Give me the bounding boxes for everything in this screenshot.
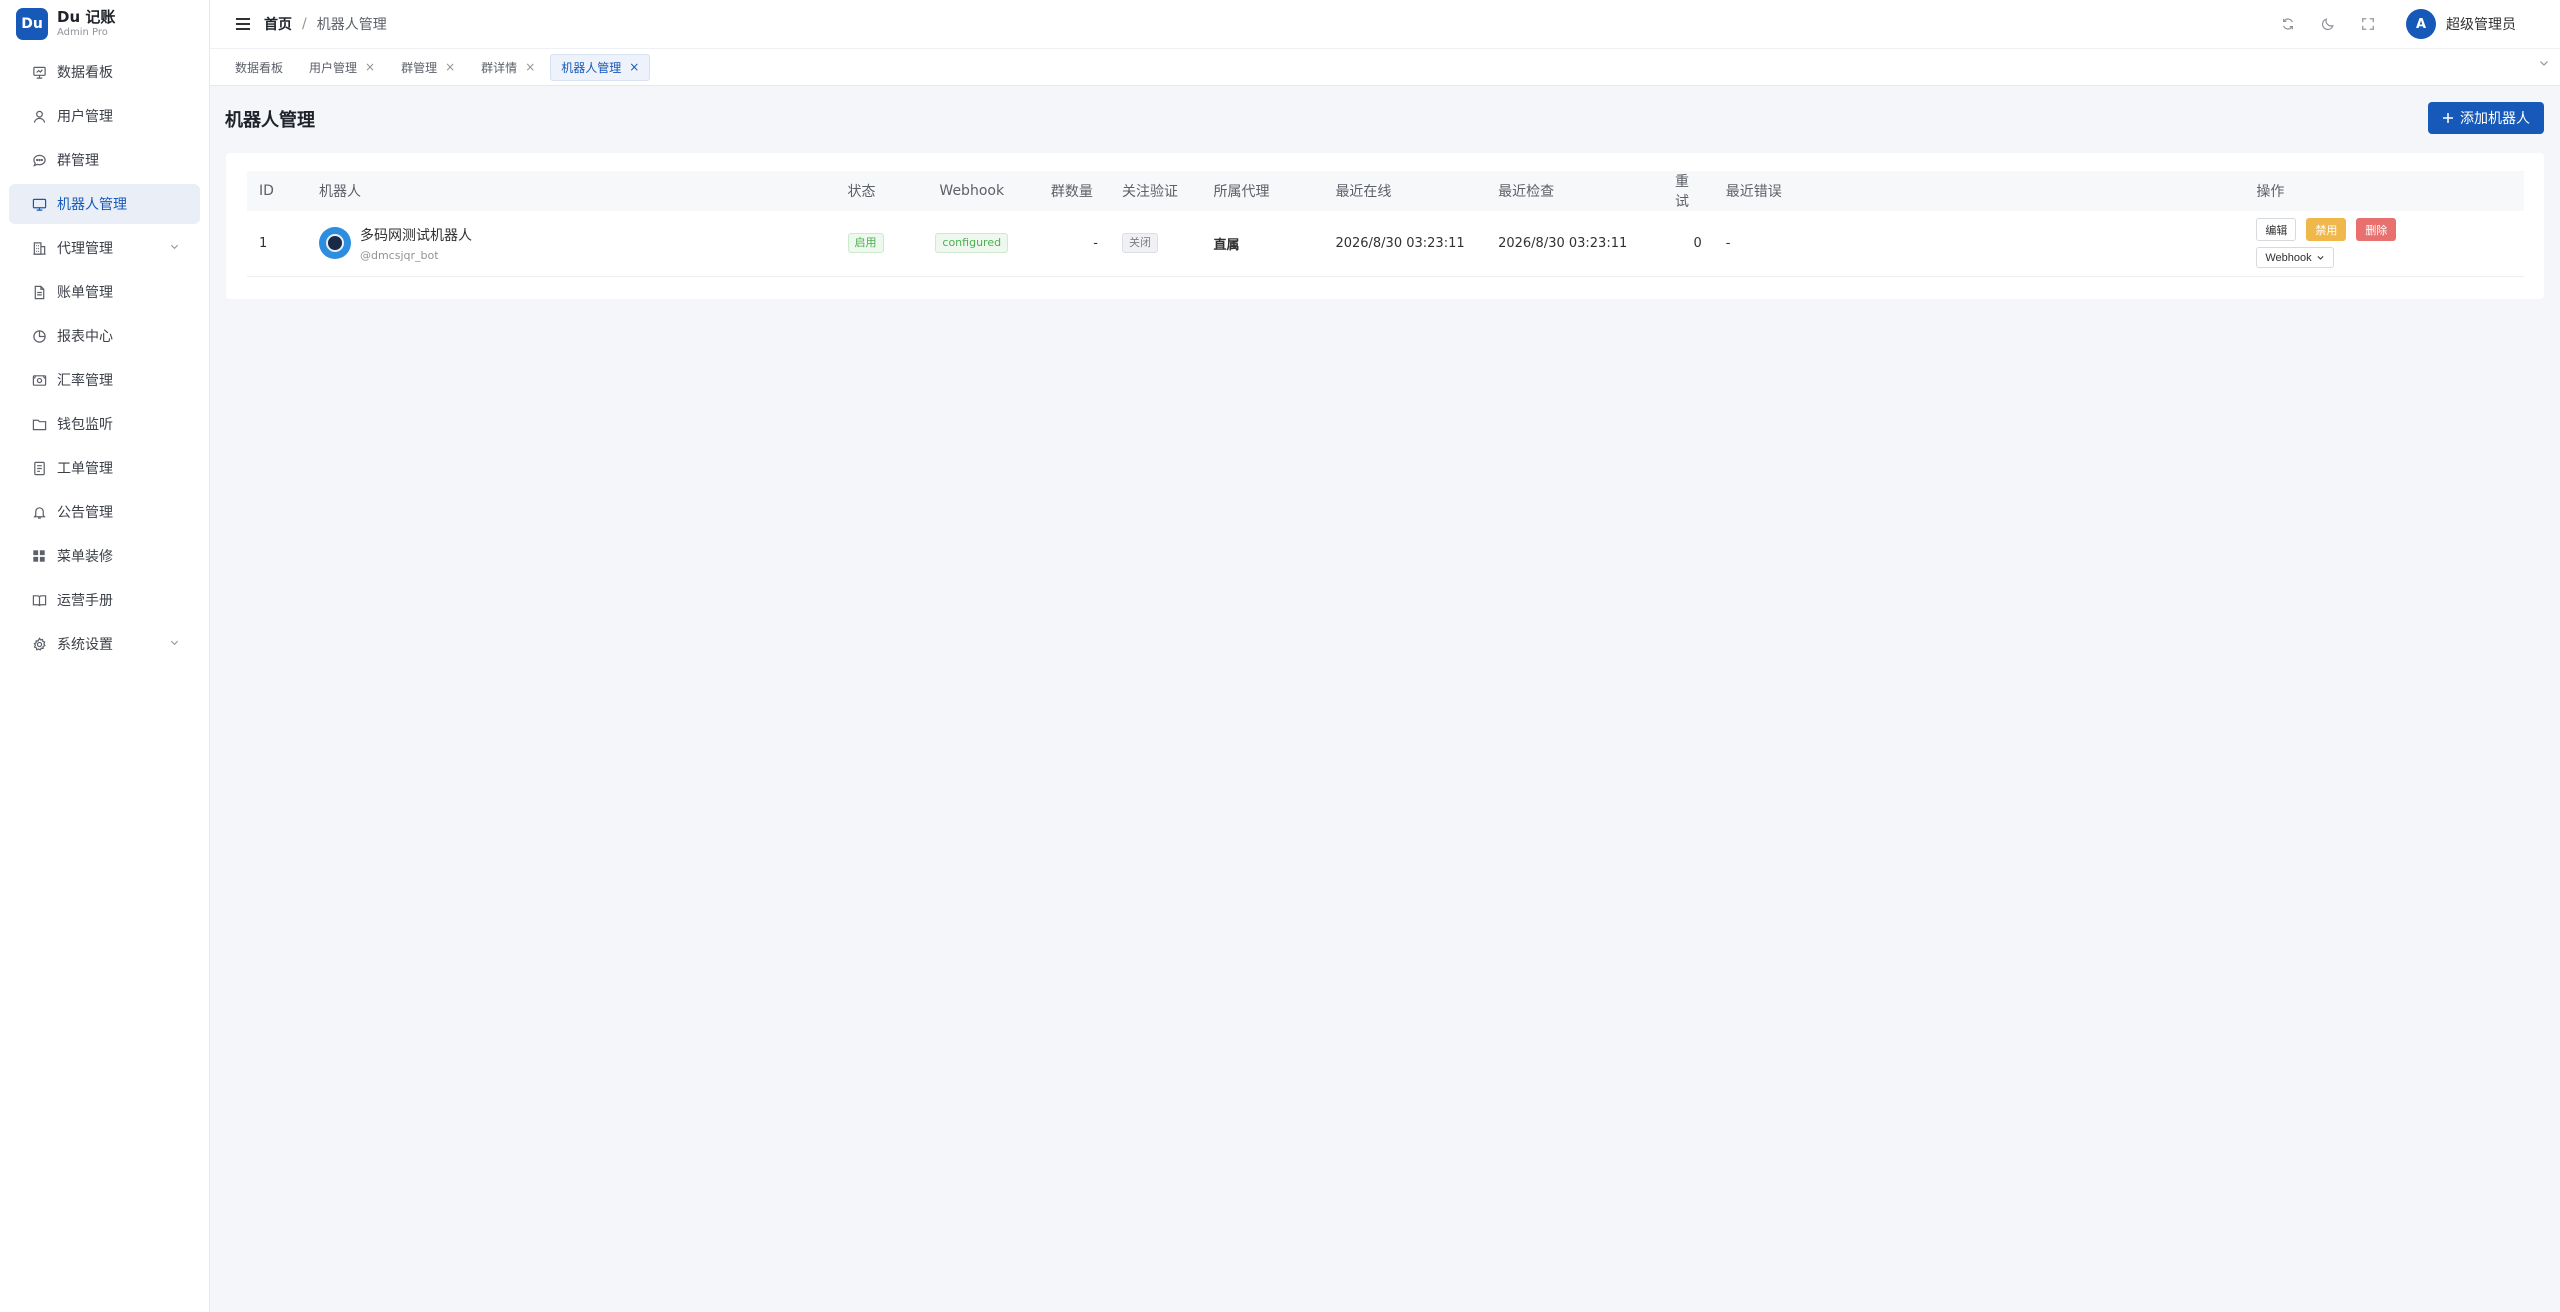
col-header-last-online: 最近在线 <box>1335 184 1392 200</box>
cell-last-error: - <box>1725 235 1731 251</box>
money-icon <box>31 372 47 388</box>
bots-table: ID 机器人 状态 Webhook 群数量 关注验证 所属代理 最近在线 最近检… <box>247 171 2524 277</box>
menu-toggle-icon[interactable] <box>236 18 250 30</box>
webhook-badge: configured <box>935 233 1009 254</box>
cell-id: 1 <box>259 235 268 251</box>
gear-icon <box>31 636 47 652</box>
bot-avatar <box>318 227 351 260</box>
folder-icon <box>31 416 47 432</box>
refresh-icon[interactable] <box>2268 0 2308 48</box>
grid-icon <box>31 548 47 564</box>
webhook-dropdown-button[interactable]: Webhook <box>2256 247 2334 269</box>
col-header-verify: 关注验证 <box>1121 184 1178 200</box>
table-row: 1 多码网测试机器人 @dmcsjqr_bot 启用 configured - <box>247 211 2524 276</box>
breadcrumb-current: 机器人管理 <box>316 17 387 33</box>
chat-icon <box>31 152 47 168</box>
col-header-webhook: Webhook <box>939 183 1005 199</box>
sidebar-item-reports[interactable]: 报表中心 <box>9 316 200 356</box>
top-header: 首页 / 机器人管理 A 超级管理员 <box>210 0 2560 48</box>
sidebar-item-settings[interactable]: 系统设置 <box>9 624 200 664</box>
bot-name: 多码网测试机器人 <box>359 227 472 244</box>
brand-logo: Du <box>16 8 48 40</box>
verify-badge: 关闭 <box>1121 233 1158 254</box>
close-icon[interactable]: × <box>525 60 535 74</box>
page-title: 机器人管理 <box>225 110 315 131</box>
close-icon[interactable]: × <box>445 60 455 74</box>
bots-table-card: ID 机器人 状态 Webhook 群数量 关注验证 所属代理 最近在线 最近检… <box>226 153 2544 299</box>
monitor-icon <box>31 196 47 212</box>
col-header-retry: 重试 <box>1674 174 1689 210</box>
sidebar: Du Du 记账 Admin Pro 数据看板 用户管理 群管理 机器人管理 代… <box>0 0 210 1312</box>
breadcrumb: 首页 / 机器人管理 <box>264 14 387 34</box>
sidebar-item-agents[interactable]: 代理管理 <box>9 228 200 268</box>
user-menu[interactable]: A 超级管理员 <box>2406 9 2516 39</box>
tab-groups[interactable]: 群管理 × <box>390 54 466 81</box>
sidebar-item-menu-decor[interactable]: 菜单装修 <box>9 536 200 576</box>
sidebar-item-users[interactable]: 用户管理 <box>9 96 200 136</box>
tab-group-detail[interactable]: 群详情 × <box>470 54 546 81</box>
col-header-actions: 操作 <box>2256 184 2285 200</box>
status-badge: 启用 <box>847 233 884 254</box>
col-header-groups: 群数量 <box>1050 184 1093 200</box>
avatar: A <box>2406 9 2436 39</box>
header-tools: A 超级管理员 <box>2268 0 2560 48</box>
sidebar-item-tickets[interactable]: 工单管理 <box>9 448 200 488</box>
building-icon <box>31 240 47 256</box>
chevron-down-icon <box>169 637 180 648</box>
add-bot-button[interactable]: 添加机器人 <box>2428 102 2544 134</box>
pie-chart-icon <box>31 328 47 344</box>
col-header-agent: 所属代理 <box>1213 184 1270 200</box>
chevron-down-icon <box>169 241 180 252</box>
col-header-status: 状态 <box>847 184 876 200</box>
cell-retry: 0 <box>1693 235 1702 251</box>
row-actions: 编辑 禁用 删除 Webhook <box>2256 218 2512 269</box>
sidebar-item-announcements[interactable]: 公告管理 <box>9 492 200 532</box>
sidebar-item-manual[interactable]: 运营手册 <box>9 580 200 620</box>
dashboard-icon <box>31 64 47 80</box>
dark-mode-icon[interactable] <box>2308 0 2348 48</box>
tab-users[interactable]: 用户管理 × <box>298 54 386 81</box>
edit-button[interactable]: 编辑 <box>2256 218 2297 242</box>
tabs-bar: 数据看板 用户管理 × 群管理 × 群详情 × 机器人管理 × <box>210 48 2560 86</box>
book-icon <box>31 592 47 608</box>
col-header-bot: 机器人 <box>318 184 361 200</box>
fullscreen-icon[interactable] <box>2348 0 2388 48</box>
cell-agent: 直属 <box>1213 237 1240 253</box>
bell-icon <box>31 504 47 520</box>
disable-button[interactable]: 禁用 <box>2306 218 2347 242</box>
cell-groups: - <box>1093 235 1098 251</box>
delete-button[interactable]: 删除 <box>2356 218 2397 242</box>
table-header-row: ID 机器人 状态 Webhook 群数量 关注验证 所属代理 最近在线 最近检… <box>247 171 2524 211</box>
chevron-down-icon <box>2316 253 2325 262</box>
cell-last-check: 2026/8/30 03:23:11 <box>1498 235 1628 251</box>
sidebar-item-bills[interactable]: 账单管理 <box>9 272 200 312</box>
close-icon[interactable]: × <box>365 60 375 74</box>
tab-bots[interactable]: 机器人管理 × <box>550 53 651 81</box>
col-header-last-check: 最近检查 <box>1498 184 1555 200</box>
document-icon <box>31 284 47 300</box>
brand-subtitle: Admin Pro <box>57 27 108 39</box>
close-icon[interactable]: × <box>629 60 639 74</box>
sidebar-item-exchange-rates[interactable]: 汇率管理 <box>9 360 200 400</box>
sidebar-item-dashboard[interactable]: 数据看板 <box>9 52 200 92</box>
sidebar-item-wallet-monitor[interactable]: 钱包监听 <box>9 404 200 444</box>
user-name: 超级管理员 <box>2446 17 2516 33</box>
sidebar-item-groups[interactable]: 群管理 <box>9 140 200 180</box>
col-header-id: ID <box>259 183 274 199</box>
bot-cell: 多码网测试机器人 @dmcsjqr_bot <box>318 225 824 262</box>
ticket-icon <box>31 460 47 476</box>
brand[interactable]: Du Du 记账 Admin Pro <box>0 0 209 48</box>
col-header-last-error: 最近错误 <box>1725 184 1782 200</box>
sidebar-item-bots[interactable]: 机器人管理 <box>9 184 200 224</box>
breadcrumb-separator: / <box>302 16 307 32</box>
brand-name: Du 记账 <box>57 8 116 27</box>
bot-handle: @dmcsjqr_bot <box>359 248 439 262</box>
tab-dashboard[interactable]: 数据看板 <box>224 54 294 81</box>
tabs-more-chevron-down-icon[interactable] <box>2538 57 2550 69</box>
cell-last-online: 2026/8/30 03:23:11 <box>1335 235 1465 251</box>
breadcrumb-home[interactable]: 首页 <box>264 14 292 34</box>
plus-icon <box>2442 112 2454 124</box>
sidebar-menu: 数据看板 用户管理 群管理 机器人管理 代理管理 账单管理 报表中心 汇率管理 … <box>0 52 209 664</box>
user-icon <box>31 108 47 124</box>
